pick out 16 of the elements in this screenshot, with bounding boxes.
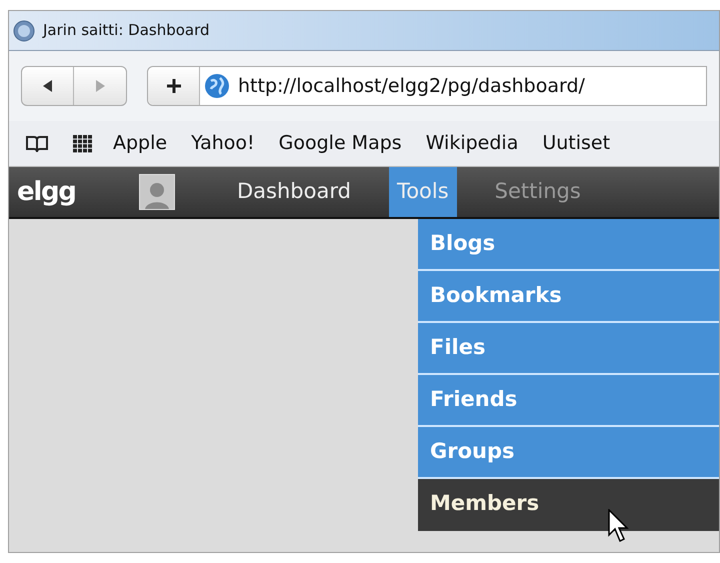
- nav-tab[interactable]: Dashboard: [229, 167, 359, 217]
- avatar-icon[interactable]: [139, 174, 175, 210]
- mouse-cursor-icon: [608, 509, 630, 543]
- bookmark-link[interactable]: Apple: [113, 129, 168, 158]
- grid-icon[interactable]: [73, 134, 93, 152]
- left-triangle-icon: [40, 79, 54, 93]
- bookmark-link[interactable]: Wikipedia: [426, 129, 518, 158]
- browser-logo-icon: [13, 20, 35, 42]
- bookmark-link[interactable]: Google Maps: [278, 129, 402, 158]
- elgg-logo[interactable]: elgg: [9, 167, 139, 217]
- right-triangle-icon: [93, 79, 107, 93]
- window-title: Jarin saitti: Dashboard: [43, 20, 210, 42]
- menu-item[interactable]: Members: [418, 479, 719, 531]
- bookmark-link[interactable]: Yahoo!: [191, 129, 255, 158]
- bookmark-link[interactable]: Uutiset: [542, 129, 610, 158]
- book-icon[interactable]: [25, 134, 49, 152]
